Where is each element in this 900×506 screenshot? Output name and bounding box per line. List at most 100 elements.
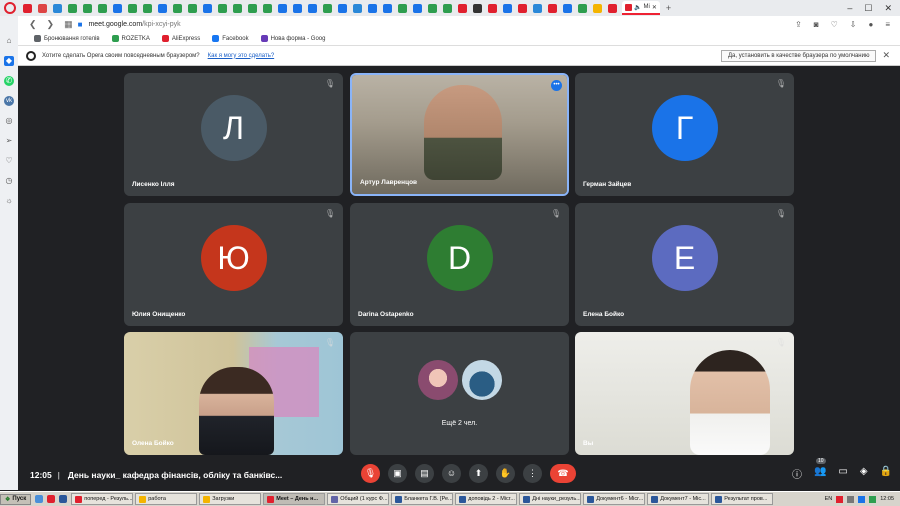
raise-hand-button[interactable]: ✋ bbox=[496, 464, 515, 483]
participant-tile[interactable]: Олена Бойко 🎙 bbox=[124, 332, 343, 455]
taskbar-button[interactable]: работа bbox=[135, 493, 198, 505]
tab-favicon-icon[interactable] bbox=[128, 3, 137, 13]
tab-favicon-icon[interactable] bbox=[308, 3, 317, 13]
taskbar-button[interactable]: Дні науки_резуль... bbox=[519, 493, 582, 505]
tab-favicon-icon[interactable] bbox=[608, 3, 617, 13]
camera-button[interactable]: ▣ bbox=[388, 464, 407, 483]
tab-favicon-icon[interactable] bbox=[23, 3, 32, 13]
bookmark-item[interactable]: Facebook bbox=[212, 35, 249, 42]
bookmark-heart-icon[interactable]: ♡ bbox=[831, 20, 838, 29]
chat-icon[interactable]: ▭ bbox=[838, 466, 847, 481]
tab-favicon-icon[interactable] bbox=[68, 3, 77, 13]
tab-favicon-icon[interactable] bbox=[83, 3, 92, 13]
people-button[interactable]: 👥 10 bbox=[814, 458, 826, 481]
heart-icon[interactable]: ♡ bbox=[4, 156, 14, 166]
tab-favicon-icon[interactable] bbox=[578, 3, 587, 13]
taskbar-button[interactable]: Результат пров... bbox=[711, 493, 774, 505]
tab-favicon-icon[interactable] bbox=[533, 3, 542, 13]
player-icon[interactable]: ◎ bbox=[4, 116, 14, 126]
vk-icon[interactable]: vk bbox=[4, 96, 14, 106]
tab-favicon-icon[interactable] bbox=[53, 3, 62, 13]
share-icon[interactable]: ⇪ bbox=[795, 20, 802, 29]
bookmark-item[interactable]: Бронювання готелів bbox=[34, 35, 100, 42]
active-tab[interactable]: 🔈 Mi ✕ bbox=[622, 1, 660, 15]
language-indicator[interactable]: EN bbox=[825, 496, 833, 502]
camera-icon[interactable]: ■ bbox=[78, 20, 83, 29]
tab-favicon-icon[interactable] bbox=[278, 3, 287, 13]
close-tab-icon[interactable]: ✕ bbox=[652, 4, 657, 11]
leave-call-button[interactable]: ☎ bbox=[550, 464, 576, 483]
participant-tile[interactable]: Ю Юлия Онищенко 🎙 bbox=[124, 203, 343, 326]
tab-favicon-icon[interactable] bbox=[383, 3, 392, 13]
tray-app-icon[interactable] bbox=[847, 495, 855, 503]
tab-favicon-icon[interactable] bbox=[263, 3, 272, 13]
taskbar-button[interactable]: доповідь 2 - Micr... bbox=[455, 493, 518, 505]
tab-favicon-icon[interactable] bbox=[218, 3, 227, 13]
tab-favicon-icon[interactable] bbox=[443, 3, 452, 13]
tab-favicon-icon[interactable] bbox=[503, 3, 512, 13]
participant-tile[interactable]: E Елена Бойко 🎙 bbox=[575, 203, 794, 326]
tab-favicon-icon[interactable] bbox=[368, 3, 377, 13]
participant-tile[interactable]: Артур Лавренцов ••• bbox=[350, 73, 569, 196]
tray-app-icon[interactable] bbox=[836, 495, 844, 503]
tab-favicon-icon[interactable] bbox=[518, 3, 527, 13]
tab-favicon-icon[interactable] bbox=[38, 3, 47, 13]
tab-favicon-icon[interactable] bbox=[158, 3, 167, 13]
minimize-icon[interactable]: – bbox=[847, 3, 852, 14]
start-button[interactable]: ❖ Пуск bbox=[0, 493, 32, 505]
maximize-icon[interactable]: ☐ bbox=[864, 3, 872, 14]
back-icon[interactable]: ❮ bbox=[29, 19, 37, 30]
show-desktop-icon[interactable] bbox=[35, 495, 44, 503]
tab-favicon-icon[interactable] bbox=[593, 3, 602, 13]
bookmark-item[interactable]: Нова форма - Goog bbox=[260, 35, 325, 42]
tab-favicon-icon[interactable] bbox=[173, 3, 182, 13]
close-window-icon[interactable]: ✕ bbox=[884, 3, 892, 14]
whatsapp-icon[interactable]: ✆ bbox=[4, 76, 14, 86]
taskbar-button[interactable]: Документ6 - Micr... bbox=[583, 493, 646, 505]
speed-dial-icon[interactable]: ▦ bbox=[64, 19, 73, 30]
taskbar-button[interactable]: Загрузки bbox=[199, 493, 262, 505]
tab-favicon-icon[interactable] bbox=[233, 3, 242, 13]
tab-favicon-icon[interactable] bbox=[563, 3, 572, 13]
shield-icon[interactable]: ◆ bbox=[4, 56, 14, 66]
taskbar-button[interactable]: Документ7 - Mic... bbox=[647, 493, 710, 505]
opera-quick-icon[interactable] bbox=[47, 495, 56, 503]
tray-app-icon[interactable] bbox=[858, 495, 866, 503]
present-button[interactable]: ⬆ bbox=[469, 464, 488, 483]
history-icon[interactable]: ◷ bbox=[4, 176, 14, 186]
more-options-button[interactable]: ⋮ bbox=[523, 464, 542, 483]
participant-tile[interactable]: Вы 🎙 bbox=[575, 332, 794, 455]
tab-favicon-icon[interactable] bbox=[248, 3, 257, 13]
tab-favicon-icon[interactable] bbox=[473, 3, 482, 13]
participant-tile[interactable]: D Darina Ostapenko 🎙 bbox=[350, 203, 569, 326]
tab-favicon-icon[interactable] bbox=[293, 3, 302, 13]
tab-favicon-icon[interactable] bbox=[428, 3, 437, 13]
tab-favicon-icon[interactable] bbox=[488, 3, 497, 13]
tray-app-icon[interactable] bbox=[869, 495, 877, 503]
taskbar-button[interactable]: Общий (1 курс Ф... bbox=[327, 493, 390, 505]
captions-button[interactable]: ▤ bbox=[415, 464, 434, 483]
taskbar-button[interactable]: Meet – День н... bbox=[263, 493, 326, 505]
tab-favicon-icon[interactable] bbox=[323, 3, 332, 13]
forward-icon[interactable]: ❯ bbox=[47, 19, 55, 30]
set-default-button[interactable]: Да, установить в качестве браузера по ум… bbox=[720, 49, 877, 62]
tab-favicon-icon[interactable] bbox=[338, 3, 347, 13]
snapshot-icon[interactable]: ◙ bbox=[814, 20, 819, 29]
banner-link[interactable]: Как я могу это сделать? bbox=[208, 53, 275, 59]
tab-favicon-icon[interactable] bbox=[353, 3, 362, 13]
host-controls-icon[interactable]: 🔒 bbox=[880, 466, 892, 481]
send-icon[interactable]: ➢ bbox=[4, 136, 14, 146]
tab-favicon-icon[interactable] bbox=[458, 3, 467, 13]
word-quick-icon[interactable] bbox=[59, 495, 68, 503]
bookmark-item[interactable]: AliExpress bbox=[161, 35, 200, 42]
account-icon[interactable]: ● bbox=[868, 20, 873, 29]
bookmark-item[interactable]: ROZETKA bbox=[111, 35, 150, 42]
taskbar-button[interactable]: поперед - Резуль... bbox=[71, 493, 134, 505]
participant-tile[interactable]: Ещё 2 чел. bbox=[350, 332, 569, 455]
new-tab-button[interactable]: + bbox=[666, 3, 671, 13]
menu-icon[interactable]: ≡ bbox=[885, 20, 890, 29]
banner-close-icon[interactable]: ✕ bbox=[882, 50, 890, 61]
tab-favicon-icon[interactable] bbox=[98, 3, 107, 13]
opera-logo-icon[interactable] bbox=[4, 2, 16, 14]
url-field[interactable]: meet.google.com/kpi-xcyi-pyk bbox=[88, 21, 180, 28]
